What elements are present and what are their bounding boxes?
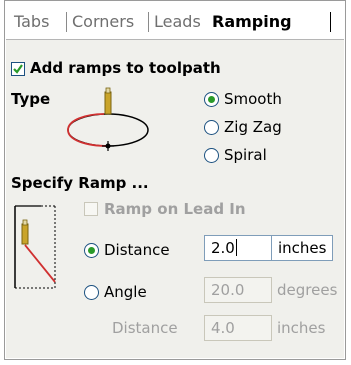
checkmark-icon [13, 64, 23, 74]
tab-ramping[interactable]: Ramping [212, 12, 292, 31]
tab-divider [330, 12, 331, 32]
angle-unit: degrees [277, 281, 338, 299]
specify-ramp-heading: Specify Ramp ... [11, 174, 149, 192]
type-zigzag-radio[interactable] [204, 120, 219, 135]
angle-distance-label: Distance [112, 319, 178, 337]
ramping-panel: Tabs Corners Leads Ramping Add ramps to … [4, 0, 346, 360]
type-spiral-label: Spiral [224, 146, 267, 164]
ramping-body: Add ramps to toolpath Type Smooth Zig Za… [6, 40, 344, 358]
text-caret [235, 239, 237, 256]
type-heading: Type [11, 90, 51, 108]
ramp-profile-illustration [14, 205, 56, 289]
angle-radio[interactable] [84, 285, 99, 300]
angle-label: Angle [104, 283, 147, 301]
distance-unit: inches [271, 235, 333, 261]
tab-bar: Tabs Corners Leads Ramping [6, 2, 344, 40]
type-smooth-label: Smooth [224, 90, 282, 108]
tab-divider [148, 12, 149, 32]
type-smooth-radio[interactable] [204, 92, 219, 107]
tab-corners[interactable]: Corners [72, 12, 134, 31]
angle-distance-unit: inches [277, 319, 326, 337]
distance-label: Distance [104, 241, 170, 259]
add-ramps-checkbox[interactable] [11, 62, 25, 76]
distance-input[interactable]: 2.0 [204, 235, 272, 261]
type-spiral-radio[interactable] [204, 148, 219, 163]
smooth-ramp-illustration [67, 87, 149, 151]
type-zigzag-label: Zig Zag [224, 118, 282, 136]
ramp-on-lead-in-checkbox[interactable] [84, 202, 98, 216]
tab-leads[interactable]: Leads [154, 12, 201, 31]
angle-input[interactable]: 20.0 [204, 277, 272, 303]
tab-divider [66, 12, 67, 32]
angle-distance-input[interactable]: 4.0 [204, 315, 272, 341]
distance-input-value: 2.0 [211, 239, 235, 257]
add-ramps-label: Add ramps to toolpath [30, 59, 221, 77]
distance-radio[interactable] [84, 243, 99, 258]
tab-tabs[interactable]: Tabs [14, 12, 49, 31]
ramp-on-lead-in-label: Ramp on Lead In [104, 200, 246, 218]
